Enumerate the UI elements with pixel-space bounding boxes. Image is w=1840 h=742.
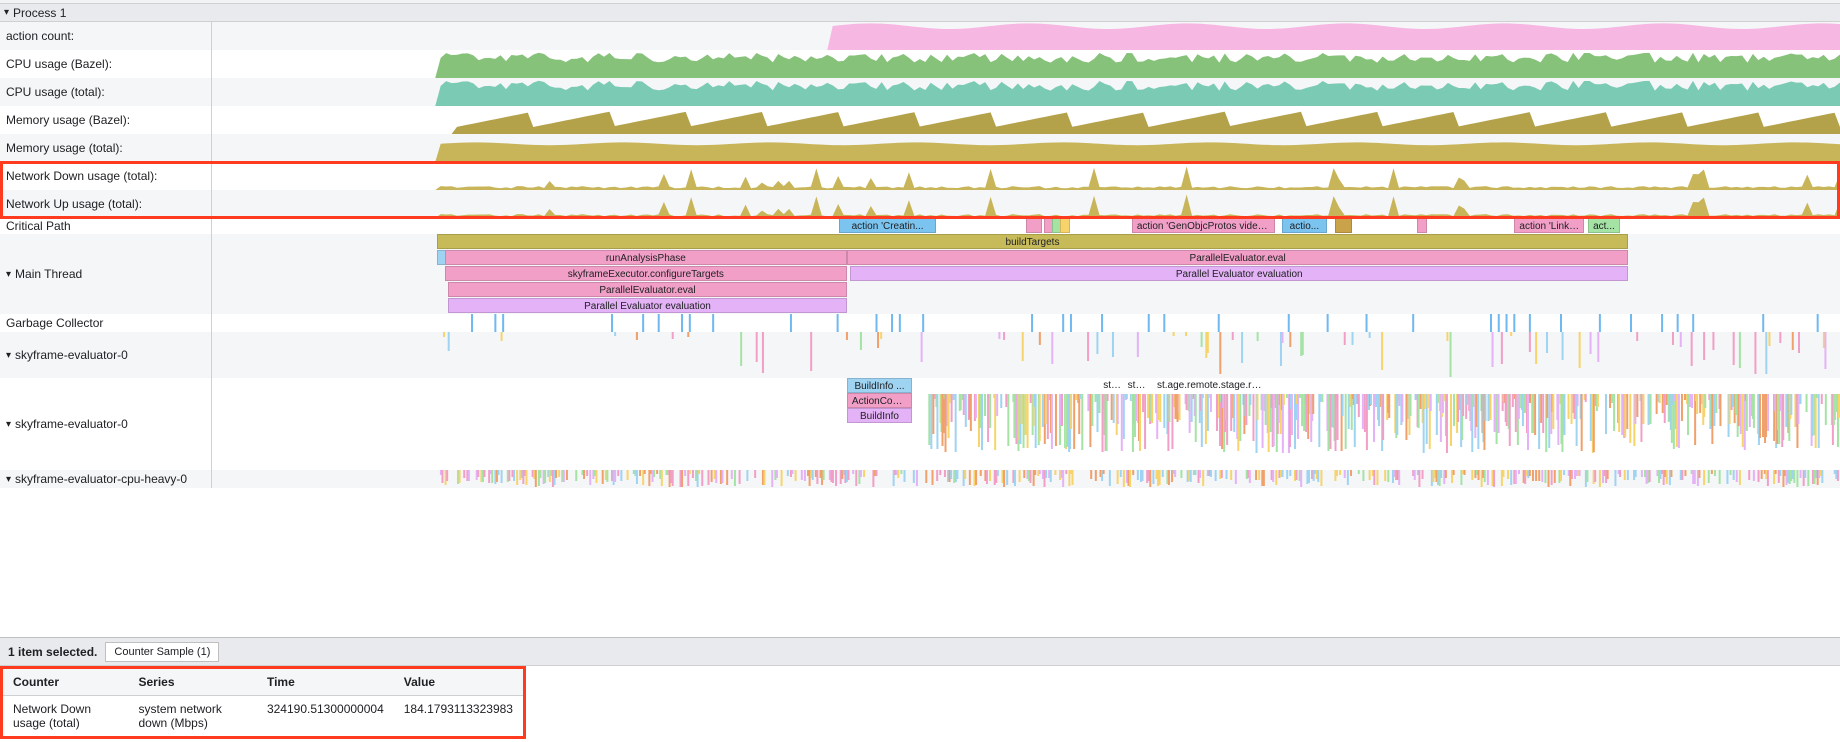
chevron-down-icon[interactable]: ▾: [6, 474, 11, 485]
track-label-text: skyframe-evaluator-cpu-heavy-0: [15, 472, 187, 486]
track-lane[interactable]: [212, 190, 1840, 218]
track-label[interactable]: CPU usage (total):: [0, 78, 212, 106]
track-label-text: Network Up usage (total):: [6, 197, 142, 211]
cell-series: system network down (Mbps): [128, 696, 256, 737]
track-label-text: Memory usage (total):: [6, 141, 123, 155]
chevron-down-icon[interactable]: ▾: [6, 269, 11, 280]
flame-span[interactable]: stag.: [1099, 378, 1125, 393]
flame-span[interactable]: BuildInfo ...: [847, 378, 912, 393]
flame-span[interactable]: ActionConti...: [847, 393, 912, 408]
flame-span[interactable]: st.age.remote.stage.remot...: [1153, 378, 1267, 393]
track-label[interactable]: ▾ skyframe-evaluator-cpu-heavy-0: [0, 470, 212, 488]
track-label[interactable]: Garbage Collector: [0, 314, 212, 332]
track-label-text: CPU usage (Bazel):: [6, 57, 112, 71]
track-row-sf-eval-0b[interactable]: ▾ skyframe-evaluator-0 BuildInfo ...Action…: [0, 378, 1840, 470]
track-label-text: Memory usage (Bazel):: [6, 113, 130, 127]
flame-span[interactable]: runAnalysisPhase: [445, 250, 847, 265]
track-label-text: Garbage Collector: [6, 316, 103, 330]
flame-span[interactable]: Parallel Evaluator evaluation: [448, 298, 847, 313]
track-lane[interactable]: [212, 106, 1840, 134]
track-label[interactable]: CPU usage (Bazel):: [0, 50, 212, 78]
critical-slice[interactable]: act...: [1588, 218, 1621, 233]
track-label[interactable]: ▾ skyframe-evaluator-0: [0, 332, 212, 378]
track-row-cpu-total[interactable]: CPU usage (total):: [0, 78, 1840, 106]
track-lane[interactable]: [212, 50, 1840, 78]
detail-pane: 1 item selected. Counter Sample (1) Coun…: [0, 637, 1840, 742]
critical-slice[interactable]: action 'GenObjcProtos video/...: [1132, 218, 1275, 233]
critical-slice[interactable]: [1335, 218, 1351, 233]
flame-span[interactable]: stag...: [1124, 378, 1150, 393]
track-label-text: action count:: [6, 29, 74, 43]
chevron-down-icon[interactable]: ▾: [6, 350, 11, 361]
track-label[interactable]: Network Up usage (total):: [0, 190, 212, 218]
chevron-down-icon[interactable]: ▾: [4, 7, 9, 18]
selection-summary: 1 item selected.: [8, 645, 97, 659]
track-label-text: CPU usage (total):: [6, 85, 105, 99]
process-header[interactable]: ▾ Process 1: [0, 4, 1840, 22]
track-lane[interactable]: [212, 470, 1840, 488]
track-lane[interactable]: [212, 314, 1840, 332]
tracks-pane[interactable]: action count: CPU usage (Bazel): CPU usage…: [0, 22, 1840, 637]
tab-counter-sample[interactable]: Counter Sample (1): [105, 642, 219, 662]
col-value[interactable]: Value: [394, 669, 523, 696]
flame-span[interactable]: skyframeExecutor.configureTargets: [445, 266, 847, 281]
track-row-net-down[interactable]: Network Down usage (total):: [0, 162, 1840, 190]
track-lane[interactable]: buildTargetsrunAnalysisPhaseParallelEval…: [212, 234, 1840, 314]
cell-time: 324190.51300000004: [257, 696, 394, 737]
track-lane[interactable]: [212, 22, 1840, 50]
track-row-main-thread[interactable]: ▾ Main Thread buildTargetsrunAnalysisPhase…: [0, 234, 1840, 314]
cell-value: 184.1793113323983: [394, 696, 523, 737]
track-label-text: skyframe-evaluator-0: [15, 348, 128, 362]
track-label[interactable]: Network Down usage (total):: [0, 162, 212, 190]
table-row[interactable]: Network Down usage (total) system networ…: [3, 696, 523, 737]
critical-slice[interactable]: [1026, 218, 1042, 233]
counter-sample-table: Counter Series Time Value Network Down u…: [3, 669, 523, 736]
track-label[interactable]: action count:: [0, 22, 212, 50]
col-counter[interactable]: Counter: [3, 669, 128, 696]
process-label: Process 1: [13, 6, 66, 20]
critical-slice[interactable]: action 'Creatin...: [839, 218, 937, 233]
flame-span[interactable]: ParallelEvaluator.eval: [448, 282, 847, 297]
track-row-action-count[interactable]: action count:: [0, 22, 1840, 50]
track-lane[interactable]: [212, 134, 1840, 162]
flame-span[interactable]: BuildInfo: [847, 408, 912, 423]
track-lane[interactable]: [212, 78, 1840, 106]
flame-span[interactable]: buildTargets: [437, 234, 1629, 249]
track-label[interactable]: ▾ skyframe-evaluator-0: [0, 378, 212, 470]
track-row-mem-total[interactable]: Memory usage (total):: [0, 134, 1840, 162]
flame-span[interactable]: Parallel Evaluator evaluation: [850, 266, 1628, 281]
track-row-critical[interactable]: Critical Path action 'Creatin... action 'G…: [0, 218, 1840, 234]
chevron-down-icon[interactable]: ▾: [6, 419, 11, 430]
track-label[interactable]: Memory usage (Bazel):: [0, 106, 212, 134]
track-row-sf-cpu-heavy[interactable]: ▾ skyframe-evaluator-cpu-heavy-0: [0, 470, 1840, 488]
track-label-text: Critical Path: [6, 219, 71, 233]
track-label-text: Main Thread: [15, 267, 82, 281]
flame-span[interactable]: ParallelEvaluator.eval: [847, 250, 1628, 265]
track-label[interactable]: ▾ Main Thread: [0, 234, 212, 314]
track-lane[interactable]: [212, 332, 1840, 378]
cell-counter: Network Down usage (total): [3, 696, 128, 737]
critical-slice[interactable]: [1417, 218, 1427, 233]
track-row-mem-bazel[interactable]: Memory usage (Bazel):: [0, 106, 1840, 134]
col-series[interactable]: Series: [128, 669, 256, 696]
critical-slice[interactable]: actio...: [1282, 218, 1328, 233]
track-label-text: Network Down usage (total):: [6, 169, 157, 183]
track-lane[interactable]: [212, 162, 1840, 190]
col-time[interactable]: Time: [257, 669, 394, 696]
track-row-gc[interactable]: Garbage Collector: [0, 314, 1840, 332]
track-label[interactable]: Memory usage (total):: [0, 134, 212, 162]
highlight-box-detail: Counter Series Time Value Network Down u…: [0, 666, 526, 739]
track-row-net-up[interactable]: Network Up usage (total):: [0, 190, 1840, 218]
track-label[interactable]: Critical Path: [0, 218, 212, 234]
critical-slice[interactable]: [1060, 218, 1070, 233]
critical-slice[interactable]: action 'Linking go...: [1514, 218, 1584, 233]
track-lane[interactable]: action 'Creatin... action 'GenObjcProtos …: [212, 218, 1840, 234]
track-row-sf-eval-0a[interactable]: ▾ skyframe-evaluator-0: [0, 332, 1840, 378]
track-lane[interactable]: BuildInfo ...ActionConti...BuildInfo stag…: [212, 378, 1840, 470]
track-label-text: skyframe-evaluator-0: [15, 417, 128, 431]
track-row-cpu-bazel[interactable]: CPU usage (Bazel):: [0, 50, 1840, 78]
